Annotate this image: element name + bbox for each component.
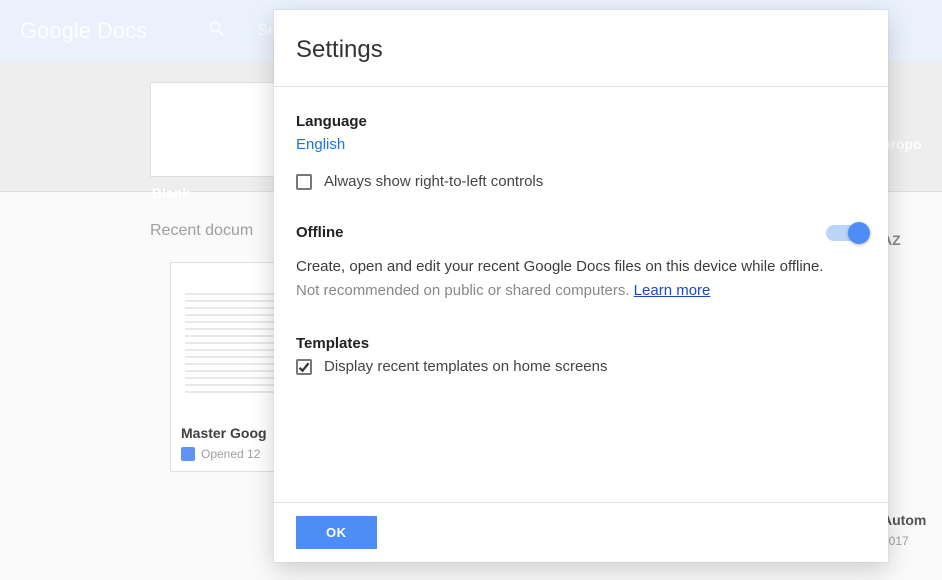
ok-button[interactable]: OK [296,516,377,549]
modal-title: Settings [296,36,866,64]
offline-heading: Offline [296,224,344,241]
language-link[interactable]: English [296,136,345,153]
learn-more-link[interactable]: Learn more [634,282,711,299]
templates-section: Templates Display recent templates on ho… [296,335,866,375]
rtl-label: Always show right-to-left controls [324,173,543,190]
offline-note: Not recommended on public or shared comp… [296,282,866,299]
templates-row[interactable]: Display recent templates on home screens [296,358,866,375]
templates-checkbox[interactable] [296,359,312,375]
modal-footer: OK [274,502,888,562]
templates-heading: Templates [296,335,866,352]
language-section: Language English Always show right-to-le… [296,113,866,190]
rtl-row[interactable]: Always show right-to-left controls [296,173,866,190]
offline-section-header: Offline [296,224,866,241]
rtl-checkbox[interactable] [296,174,312,190]
modal-header: Settings [274,10,888,87]
toggle-knob [848,222,870,244]
modal-body: Language English Always show right-to-le… [274,87,888,502]
offline-toggle[interactable] [826,225,866,241]
language-heading: Language [296,113,866,130]
settings-modal: Settings Language English Always show ri… [274,10,888,562]
offline-note-text: Not recommended on public or shared comp… [296,282,634,299]
offline-description: Create, open and edit your recent Google… [296,255,866,278]
templates-label: Display recent templates on home screens [324,358,607,375]
